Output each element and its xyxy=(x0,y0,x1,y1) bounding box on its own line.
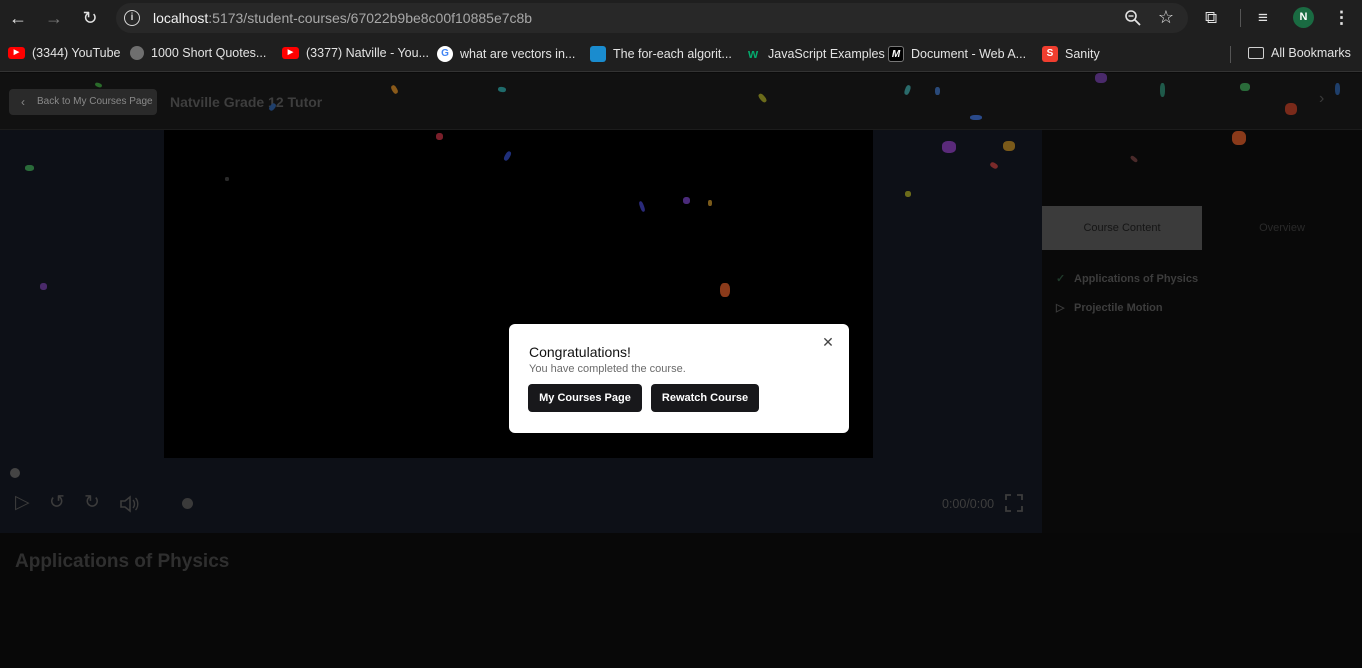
bookmark-item[interactable]: 1000 Short Quotes... xyxy=(130,46,266,60)
youtube-icon: ▶ xyxy=(8,47,25,59)
back-arrow-icon[interactable]: ← xyxy=(6,6,30,30)
site-info-icon[interactable]: i xyxy=(124,10,140,26)
profile-avatar[interactable]: N xyxy=(1293,7,1314,28)
bookmark-label: (3344) YouTube xyxy=(32,46,121,60)
bookmark-label: JavaScript Examples xyxy=(768,47,885,61)
bookmarks-bar: ▶ (3344) YouTube 1000 Short Quotes... ▶ (3… xyxy=(0,36,1362,72)
bookmark-item[interactable]: M Document - Web A... xyxy=(888,46,1026,62)
sanity-icon: S xyxy=(1042,46,1058,62)
all-bookmarks-label: All Bookmarks xyxy=(1271,46,1351,60)
url-host: localhost xyxy=(153,10,209,26)
dialog-description: You have completed the course. xyxy=(529,363,686,375)
all-bookmarks-button[interactable]: All Bookmarks xyxy=(1248,46,1351,60)
bookmark-star-icon[interactable]: ☆ xyxy=(1158,7,1174,28)
bookmark-label: what are vectors in... xyxy=(460,47,576,61)
my-courses-button[interactable]: My Courses Page xyxy=(528,384,642,412)
url-text[interactable]: localhost:5173/student-courses/67022b9be… xyxy=(153,10,532,26)
bookmark-label: Sanity xyxy=(1065,47,1100,61)
bookmark-item[interactable]: The for-each algorit... xyxy=(590,46,732,62)
reload-icon[interactable]: ↻ xyxy=(78,6,102,30)
bookmark-item[interactable]: S Sanity xyxy=(1042,46,1100,62)
bookmark-item[interactable]: w JavaScript Examples xyxy=(745,46,885,62)
media-control-icon[interactable]: ≡ xyxy=(1258,7,1268,29)
close-icon[interactable]: ✕ xyxy=(821,335,835,349)
bookmark-label: Document - Web A... xyxy=(911,47,1027,61)
url-path: :5173/student-courses/67022b9be8c00f1088… xyxy=(208,10,533,26)
folder-icon xyxy=(1248,47,1264,59)
bookmarks-divider xyxy=(1230,46,1231,63)
google-icon: G xyxy=(437,46,453,62)
bookmark-label: The for-each algorit... xyxy=(613,47,732,61)
address-bar[interactable]: i localhost:5173/student-courses/67022b9… xyxy=(116,3,1188,33)
menu-kebab-icon[interactable]: ⋮ xyxy=(1333,7,1350,29)
bookmark-item[interactable]: Gwhat are vectors in... xyxy=(437,46,575,62)
w3schools-icon: w xyxy=(747,46,759,61)
bookmark-item[interactable]: ▶ (3377) Natville - You... xyxy=(282,46,429,60)
toolbar-divider xyxy=(1240,9,1241,27)
forward-arrow-icon[interactable]: → xyxy=(42,6,66,30)
mdn-icon: M xyxy=(888,46,904,62)
extensions-icon[interactable]: ⧉ xyxy=(1205,7,1217,29)
site-icon xyxy=(590,46,606,62)
rewatch-course-button[interactable]: Rewatch Course xyxy=(651,384,759,412)
globe-icon xyxy=(130,46,144,60)
browser-toolbar: ← → ↻ i localhost:5173/student-courses/6… xyxy=(0,0,1362,36)
zoom-icon[interactable] xyxy=(1124,9,1142,27)
bookmark-label: 1000 Short Quotes... xyxy=(151,46,267,60)
completion-dialog: Congratulations! You have completed the … xyxy=(509,324,849,433)
youtube-icon: ▶ xyxy=(282,47,299,59)
bookmark-item[interactable]: ▶ (3344) YouTube xyxy=(8,46,121,60)
dialog-title: Congratulations! xyxy=(529,344,631,360)
bookmark-label: (3377) Natville - You... xyxy=(306,46,429,60)
